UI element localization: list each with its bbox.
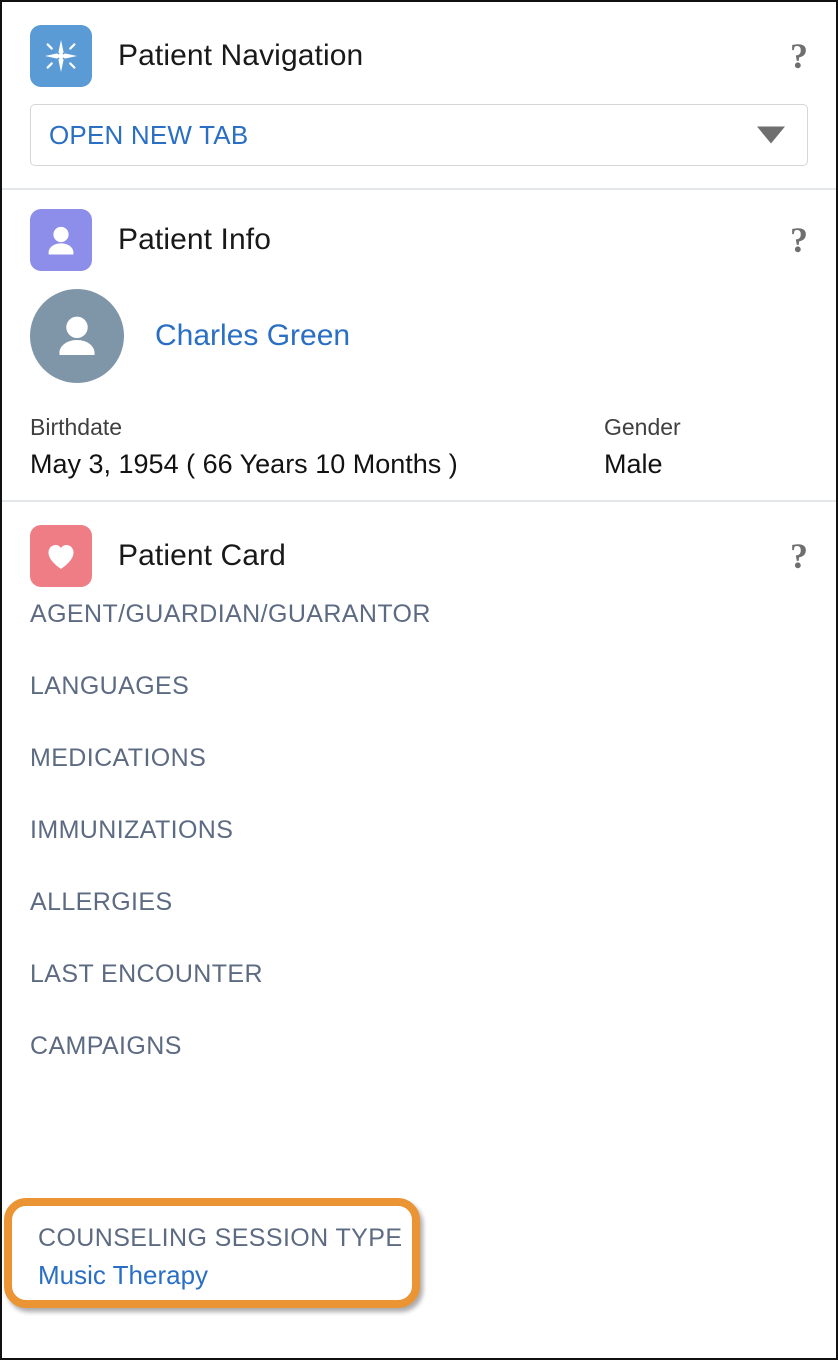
field-gender: Gender Male xyxy=(604,414,681,480)
card-item-label: MEDICATIONS xyxy=(30,744,207,772)
counseling-session-type-highlight[interactable]: COUNSELING SESSION TYPE Music Therapy xyxy=(4,1198,420,1308)
list-item[interactable]: AGENT/GUARDIAN/GUARANTOR xyxy=(30,602,808,627)
field-gender-label: Gender xyxy=(604,414,681,440)
patient-name-link[interactable]: Charles Green xyxy=(155,319,350,353)
help-icon[interactable]: ? xyxy=(790,222,808,258)
avatar xyxy=(30,289,124,383)
open-new-tab-dropdown[interactable]: OPEN NEW TAB xyxy=(30,104,808,166)
card-item-label: IMMUNIZATIONS xyxy=(30,816,234,844)
patient-panel-window: Patient Navigation ? OPEN NEW TAB Patien… xyxy=(0,0,838,1360)
patient-navigation-header: Patient Navigation ? xyxy=(30,24,808,88)
card-item-label: ALLERGIES xyxy=(30,888,173,916)
list-item[interactable]: ALLERGIES xyxy=(30,890,808,915)
patient-navigation-title: Patient Navigation xyxy=(118,39,364,72)
list-item[interactable]: IMMUNIZATIONS xyxy=(30,818,808,843)
card-item-label: CAMPAIGNS xyxy=(30,1032,182,1060)
list-item[interactable]: CAMPAIGNS xyxy=(30,1034,808,1059)
card-item-label: AGENT/GUARDIAN/GUARANTOR xyxy=(30,600,431,628)
counseling-session-type-value[interactable]: Music Therapy xyxy=(38,1262,412,1288)
patient-info-title: Patient Info xyxy=(118,223,271,256)
field-birthdate: Birthdate May 3, 1954 ( 66 Years 10 Mont… xyxy=(30,414,604,480)
person-icon xyxy=(30,209,92,271)
patient-summary-row: Charles Green xyxy=(30,288,808,384)
field-birthdate-value: May 3, 1954 ( 66 Years 10 Months ) xyxy=(30,449,458,479)
patient-info-header: Patient Info ? xyxy=(30,208,808,272)
counseling-session-type-label: COUNSELING SESSION TYPE xyxy=(38,1224,403,1252)
list-item[interactable]: LAST ENCOUNTER xyxy=(30,962,808,987)
dropdown-selected-value: OPEN NEW TAB xyxy=(49,119,249,150)
heart-icon xyxy=(30,525,92,587)
card-item-label: LAST ENCOUNTER xyxy=(30,960,263,988)
list-item[interactable]: MEDICATIONS xyxy=(30,746,808,771)
list-item[interactable]: LANGUAGES xyxy=(30,674,808,699)
patient-fields: Birthdate May 3, 1954 ( 66 Years 10 Mont… xyxy=(30,414,808,480)
patient-card-list: AGENT/GUARDIAN/GUARANTOR LANGUAGES MEDIC… xyxy=(30,602,808,1059)
help-icon[interactable]: ? xyxy=(790,538,808,574)
help-icon[interactable]: ? xyxy=(790,38,808,74)
patient-navigation-section: Patient Navigation ? OPEN NEW TAB xyxy=(2,2,836,188)
patient-card-header: Patient Card ? xyxy=(30,524,808,588)
compass-star-icon xyxy=(30,25,92,87)
chevron-down-icon[interactable] xyxy=(757,126,785,144)
patient-card-title: Patient Card xyxy=(118,539,286,572)
field-gender-value: Male xyxy=(604,449,663,479)
patient-card-section: Patient Card ? AGENT/GUARDIAN/GUARANTOR … xyxy=(2,500,836,1116)
card-item-label: LANGUAGES xyxy=(30,672,190,700)
patient-info-section: Patient Info ? Charles Green Birthdate M… xyxy=(2,188,836,500)
field-birthdate-label: Birthdate xyxy=(30,414,123,440)
